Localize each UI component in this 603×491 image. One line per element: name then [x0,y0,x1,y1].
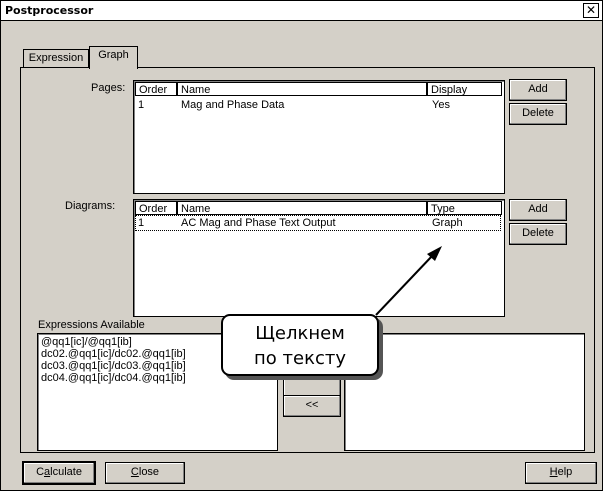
postprocessor-window: Postprocessor ✕ Expression Graph Pages: … [0,0,603,491]
callout-arrow [375,246,442,316]
